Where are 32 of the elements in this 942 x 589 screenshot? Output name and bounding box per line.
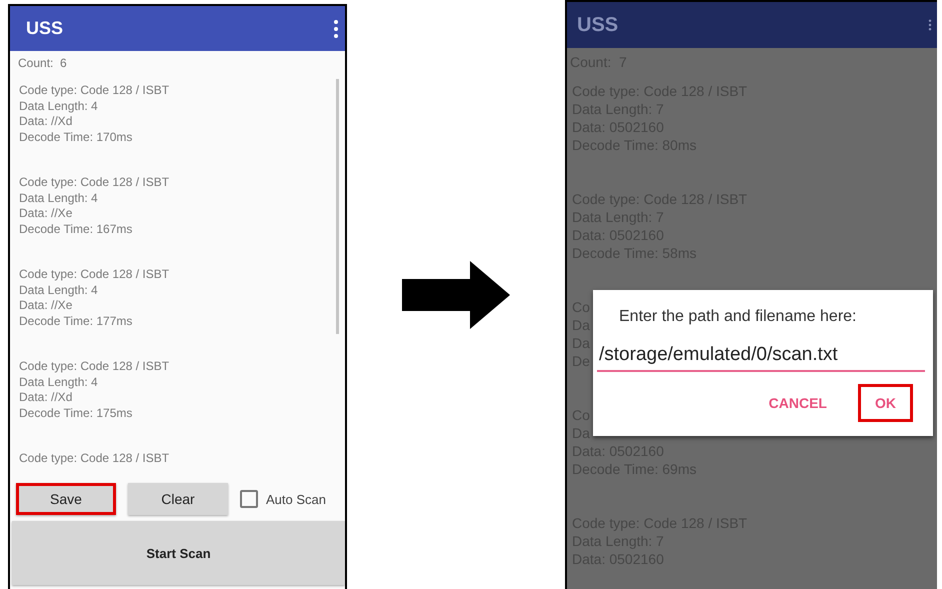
save-button[interactable]: Save	[16, 483, 116, 515]
record-line: Data Length: 4	[19, 190, 98, 206]
record-line: Data: //Xe	[19, 298, 72, 314]
record-line: Decode Time: 177ms	[19, 314, 132, 329]
dialog-message: Enter the path and filename here:	[618, 308, 858, 326]
checkbox-label: Auto Scan	[266, 492, 326, 506]
record-line: Data: //Xd	[19, 114, 72, 130]
record-line: Data Length: 4	[19, 374, 98, 390]
record-line: Data Length: 4	[19, 282, 98, 298]
ok-button[interactable]: OK	[858, 384, 913, 422]
count-label: Count: 6	[17, 55, 68, 72]
record-line: Data: //Xd	[19, 390, 72, 406]
record-line: Code type: Code 128 / ISBT	[19, 267, 170, 282]
record-line: Code type: Code 128 / ISBT	[19, 359, 170, 374]
record-line: Code type: Code 128 / ISBT	[19, 175, 170, 190]
record-line: Decode Time: 175ms	[19, 406, 132, 421]
record-line: Code type: Code 128 / ISBT	[19, 451, 170, 466]
scrollbar-thumb[interactable]	[336, 79, 339, 334]
record-line: Data Length: 4	[19, 98, 98, 114]
arrow-icon	[402, 261, 510, 329]
checkbox[interactable]	[240, 490, 258, 508]
start-scan-button[interactable]: Start Scan	[12, 521, 345, 585]
record-line: Decode Time: 170ms	[19, 130, 132, 145]
app-title: USS	[577, 14, 618, 36]
app-title: USS	[26, 18, 64, 39]
clear-button[interactable]: Clear	[128, 483, 228, 515]
record-line: Data: //Xe	[19, 206, 72, 222]
more-options-icon[interactable]	[331, 18, 341, 38]
path-input-field[interactable]: /storage/emulated/0/scan.txt	[597, 340, 925, 372]
record-line: Decode Time: 167ms	[19, 222, 132, 237]
record-line: Code type: Code 128 / ISBT	[19, 83, 170, 98]
cancel-button[interactable]: CANCEL	[752, 384, 844, 422]
